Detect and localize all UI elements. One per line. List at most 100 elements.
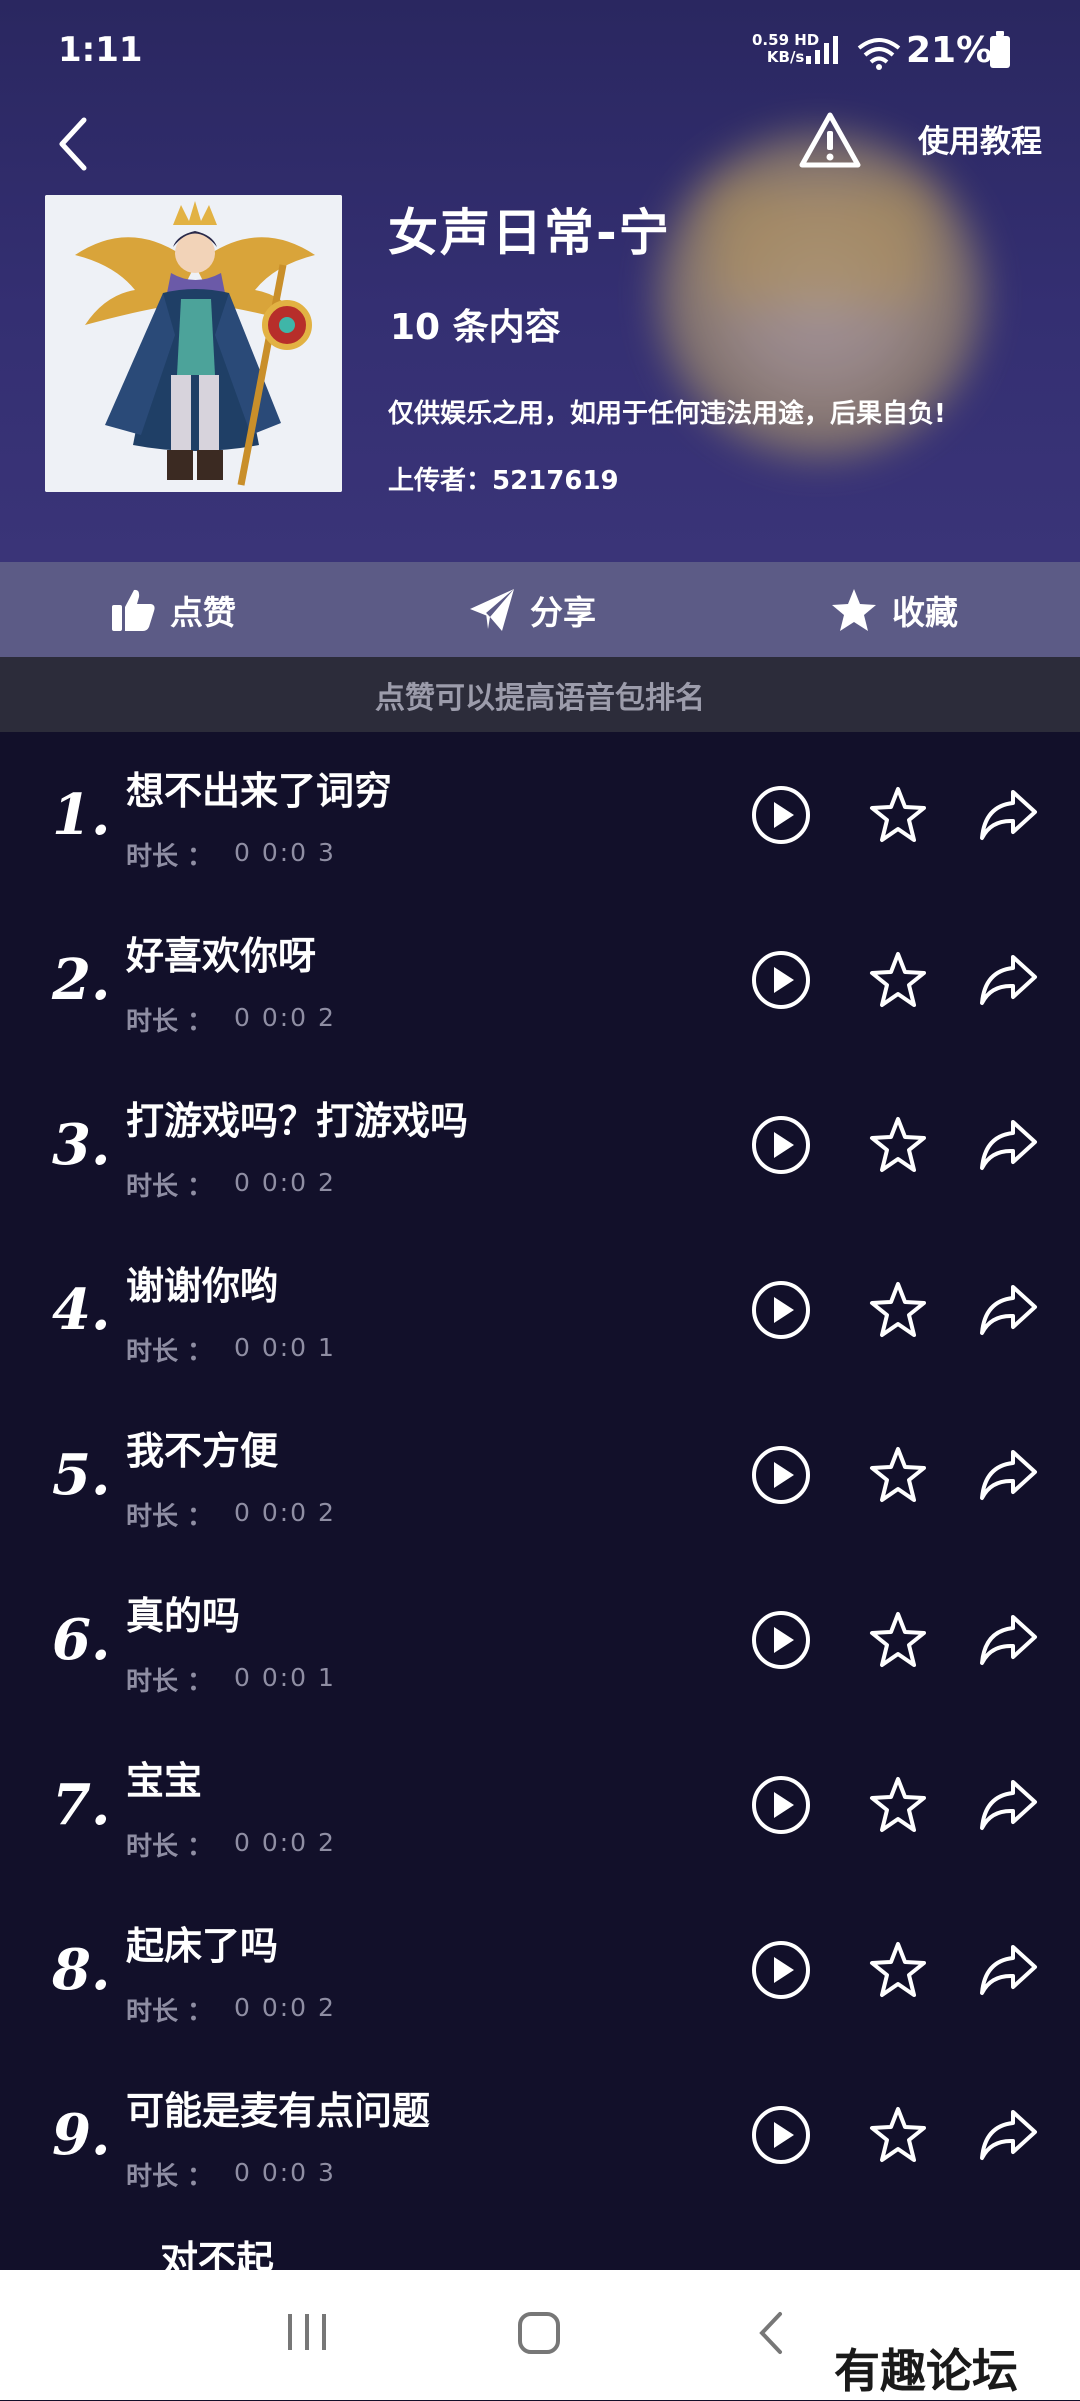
item-number: 4. [52,1277,111,1343]
list-item[interactable]: 对不起 [0,2217,1080,2270]
share-arrow-icon[interactable] [977,784,1039,846]
play-circle-icon[interactable] [750,1609,812,1671]
item-title: 打游戏吗？打游戏吗 [126,1099,469,1143]
recent-apps-icon[interactable] [284,2310,330,2354]
warning-triangle-icon[interactable] [798,110,862,170]
item-number: 7. [52,1772,111,1838]
share-arrow-icon[interactable] [977,949,1039,1011]
item-title: 想不出来了词穷 [126,769,393,813]
tutorial-link[interactable]: 使用教程 [918,116,1042,161]
share-arrow-icon[interactable] [977,2104,1039,2166]
hint-text: 点赞可以提高语音包排名 [375,680,705,716]
list-item[interactable]: 8. 起床了吗 时长 ： 0 0:0 2 [0,1887,1080,2052]
star-outline-icon[interactable] [867,1609,929,1671]
status-bar: 1:11 0.59 HD KB/s 21% [0,0,1080,100]
item-title: 真的吗 [126,1594,241,1638]
item-number: 6. [52,1607,111,1673]
battery-percent: 21% [906,30,993,71]
duration-value: 0 0:0 1 [234,1333,336,1362]
play-circle-icon[interactable] [750,1444,812,1506]
share-arrow-icon[interactable] [977,1609,1039,1671]
star-outline-icon[interactable] [867,1444,929,1506]
like-button[interactable]: 点赞 [110,562,236,657]
paper-plane-icon [470,588,514,631]
list-item[interactable]: 4. 谢谢你哟 时长 ： 0 0:0 1 [0,1227,1080,1392]
list-item[interactable]: 1. 想不出来了词穷 时长 ： 0 0:0 3 [0,732,1080,897]
star-outline-icon[interactable] [867,949,929,1011]
thumbs-up-icon [112,589,155,631]
play-circle-icon[interactable] [750,1939,812,2001]
duration-label: 时长 ： [126,1172,214,1202]
play-circle-icon[interactable] [750,1114,812,1176]
battery-icon [990,31,1010,68]
star-outline-icon[interactable] [867,1114,929,1176]
item-number: 5. [52,1442,111,1508]
disclaimer-text: 仅供娱乐之用，如用于任何违法用途，后果自负! [388,399,946,429]
item-title: 可能是麦有点问题 [126,2089,431,2133]
item-title: 起床了吗 [126,1924,279,1968]
star-outline-icon[interactable] [867,784,929,846]
item-number: 1. [52,782,111,848]
signal-icon [806,36,838,64]
action-bar: 点赞 分享 收藏 [0,562,1080,657]
share-label: 分享 [530,592,596,632]
voice-list: 1. 想不出来了词穷 时长 ： 0 0:0 3 2. 好喜欢你呀 时长 ： 0 … [0,732,1080,2270]
collect-label: 收藏 [892,592,958,632]
star-outline-icon[interactable] [867,2104,929,2166]
duration-value: 0 0:0 2 [234,1003,336,1032]
voice-pack-cover-image [45,195,342,492]
list-item[interactable]: 7. 宝宝 时长 ： 0 0:0 2 [0,1722,1080,1887]
star-outline-icon[interactable] [867,1774,929,1836]
duration-label: 时长 ： [126,1502,214,1532]
duration-value: 0 0:0 2 [234,1828,336,1857]
list-item[interactable]: 9. 可能是麦有点问题 时长 ： 0 0:0 3 [0,2052,1080,2217]
share-button[interactable]: 分享 [468,562,596,657]
star-icon [832,588,876,631]
item-title: 对不起 [160,2238,275,2270]
item-number: 3. [52,1112,111,1178]
share-arrow-icon[interactable] [977,1939,1039,2001]
back-chevron-icon[interactable] [50,112,98,176]
list-item[interactable]: 2. 好喜欢你呀 时长 ： 0 0:0 2 [0,897,1080,1062]
list-item[interactable]: 5. 我不方便 时长 ： 0 0:0 2 [0,1392,1080,1557]
item-number: 8. [52,1937,111,2003]
share-arrow-icon[interactable] [977,1114,1039,1176]
duration-value: 0 0:0 2 [234,1498,336,1527]
character-illustration [45,195,342,492]
list-item[interactable]: 6. 真的吗 时长 ： 0 0:0 1 [0,1557,1080,1722]
duration-label: 时长 ： [126,1832,214,1862]
star-outline-icon[interactable] [867,1279,929,1341]
duration-label: 时长 ： [126,1337,214,1367]
play-circle-icon[interactable] [750,949,812,1011]
collect-button[interactable]: 收藏 [830,562,958,657]
duration-value: 0 0:0 2 [234,1993,336,2022]
item-number: 9. [52,2102,111,2168]
item-title: 我不方便 [126,1429,279,1473]
duration-value: 0 0:0 3 [234,2158,336,2187]
item-title: 好喜欢你呀 [126,934,317,978]
star-outline-icon[interactable] [867,1939,929,2001]
share-arrow-icon[interactable] [977,1279,1039,1341]
back-nav-icon[interactable] [754,2310,788,2356]
duration-label: 时长 ： [126,1667,214,1697]
voice-pack-title: 女声日常-宁 [388,204,671,262]
home-icon[interactable] [516,2310,562,2356]
duration-value: 0 0:0 1 [234,1663,336,1692]
play-circle-icon[interactable] [750,1279,812,1341]
duration-value: 0 0:0 2 [234,1168,336,1197]
item-title: 宝宝 [126,1759,203,1803]
play-circle-icon[interactable] [750,784,812,846]
share-arrow-icon[interactable] [977,1774,1039,1836]
duration-value: 0 0:0 3 [234,838,336,867]
share-arrow-icon[interactable] [977,1444,1039,1506]
like-label: 点赞 [170,592,236,632]
duration-label: 时长 ： [126,2162,214,2192]
uploader-text: 上传者：5217619 [388,466,619,496]
play-circle-icon[interactable] [750,2104,812,2166]
list-item[interactable]: 3. 打游戏吗？打游戏吗 时长 ： 0 0:0 2 [0,1062,1080,1227]
hint-bar: 点赞可以提高语音包排名 [0,657,1080,732]
play-circle-icon[interactable] [750,1774,812,1836]
item-title: 谢谢你哟 [126,1264,279,1308]
item-count: 10 条内容 [390,307,561,348]
item-number: 2. [52,947,111,1013]
